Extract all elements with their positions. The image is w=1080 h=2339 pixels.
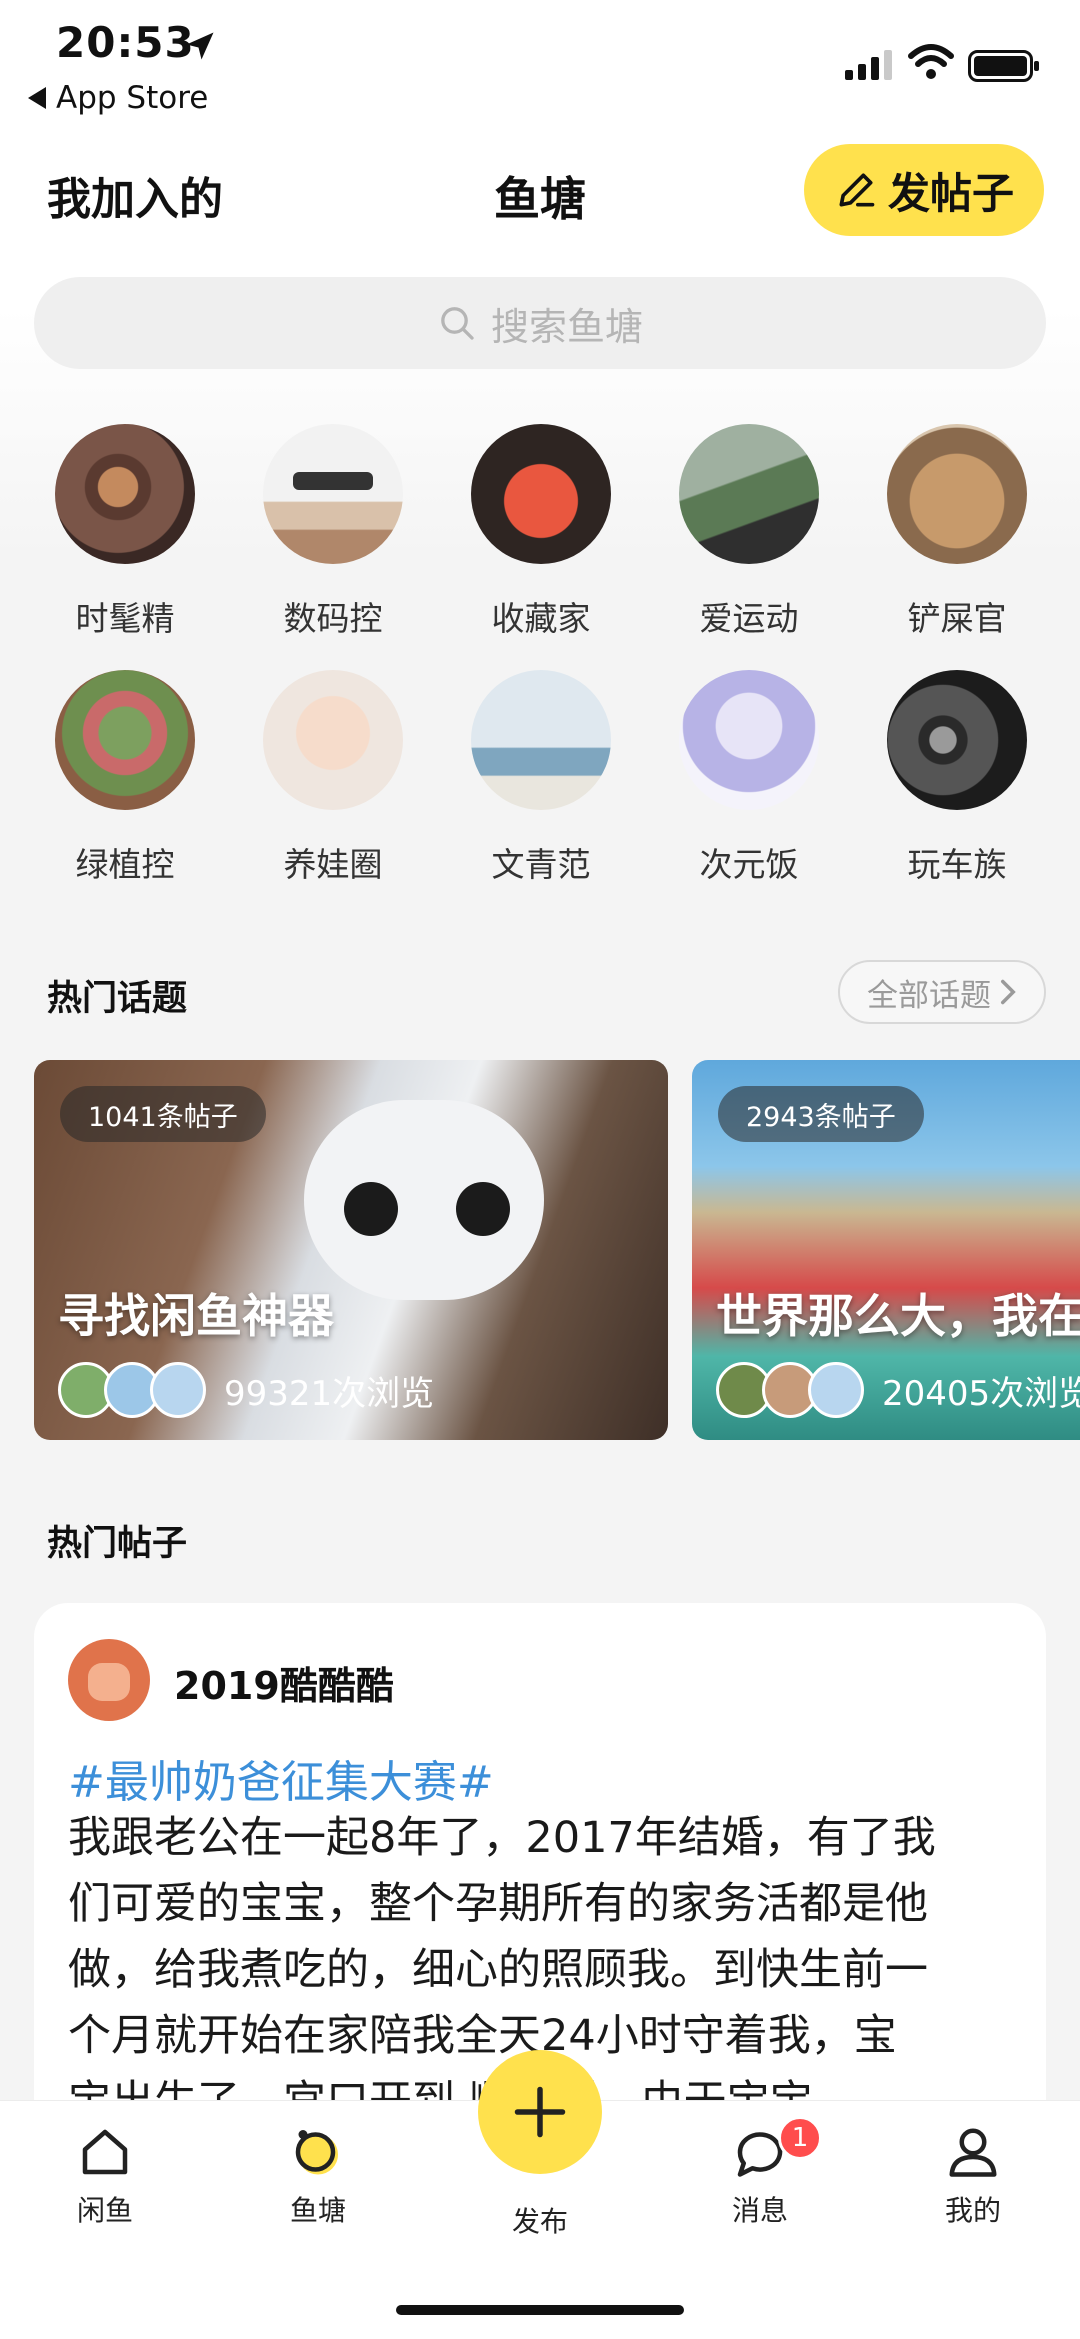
classic-car-photo-icon	[887, 670, 1027, 810]
category-label: 文青范	[491, 845, 591, 884]
cellular-signal-icon	[845, 50, 892, 80]
sneakers-photo-icon	[679, 424, 819, 564]
all-topics-button[interactable]: 全部话题	[838, 960, 1046, 1024]
tab-label: 鱼塘	[289, 2194, 346, 2227]
category-label: 次元饭	[699, 845, 799, 884]
category-label: 爱运动	[699, 599, 799, 638]
new-post-label: 发帖子	[887, 168, 1014, 218]
search-input[interactable]: 搜索鱼塘	[34, 277, 1046, 369]
category-fashion[interactable]: 时髦精	[35, 424, 215, 640]
tab-pond[interactable]: 鱼塘	[248, 2121, 388, 2229]
topic-views-row: 20405次浏览	[716, 1362, 1080, 1418]
category-pet[interactable]: 铲屎官	[867, 424, 1047, 640]
all-topics-label: 全部话题	[867, 977, 991, 1014]
post-line: 们可爱的宝宝，整个孕期所有的家务活都是他	[68, 1879, 928, 1929]
makeup-photo-icon	[55, 424, 195, 564]
typewriter-photo-icon	[471, 424, 611, 564]
joined-ponds-link[interactable]: 我加入的	[47, 163, 223, 227]
back-to-app-store[interactable]: App Store	[28, 80, 208, 116]
post-line: 做，给我煮吃的，细心的照顾我。到快生前一	[68, 1945, 928, 1995]
back-triangle-icon	[28, 87, 46, 109]
location-arrow-icon	[186, 32, 214, 60]
category-literary[interactable]: 文青范	[451, 670, 631, 886]
category-label: 玩车族	[907, 845, 1007, 884]
topic-views-row: 99321次浏览	[58, 1362, 434, 1418]
category-label: 铲屎官	[907, 599, 1007, 638]
topic-card[interactable]: 2943条帖子 世界那么大，我在 20405次浏览	[692, 1060, 1080, 1440]
robot-head-icon	[304, 1100, 544, 1300]
topic-post-count: 1041条帖子	[60, 1086, 266, 1142]
participant-avatars	[716, 1362, 864, 1418]
avatar	[150, 1362, 206, 1418]
back-app-label: App Store	[56, 80, 209, 116]
tab-label: 消息	[731, 2194, 788, 2227]
post-hashtag[interactable]: #最帅奶爸征集大赛#	[68, 1746, 494, 1810]
pond-icon	[295, 2130, 338, 2175]
post-line: 我跟老公在一起8年了，2017年结婚，有了我	[68, 1813, 936, 1863]
category-parenting[interactable]: 养娃圈	[243, 670, 423, 886]
drone-photo-icon	[263, 424, 403, 564]
topic-title: 世界那么大，我在	[716, 1289, 1080, 1343]
publish-label: 发布	[511, 2205, 568, 2238]
category-anime[interactable]: 次元饭	[659, 670, 839, 886]
category-plants[interactable]: 绿植控	[35, 670, 215, 886]
category-label: 收藏家	[491, 599, 591, 638]
topic-title: 寻找闲鱼神器	[58, 1289, 334, 1343]
publish-button[interactable]	[478, 2050, 602, 2174]
pencil-icon	[839, 173, 875, 207]
anime-photo-icon	[679, 670, 819, 810]
wifi-icon	[908, 44, 954, 79]
category-label: 时髦精	[75, 599, 175, 638]
tab-me[interactable]: 我的	[903, 2121, 1043, 2229]
cat-photo-icon	[887, 424, 1027, 564]
topic-post-count: 2943条帖子	[718, 1086, 924, 1142]
succulent-photo-icon	[55, 670, 195, 810]
topic-views: 20405次浏览	[882, 1373, 1080, 1414]
tab-home[interactable]: 闲鱼	[35, 2121, 175, 2229]
new-post-button[interactable]: 发帖子	[804, 144, 1044, 236]
category-label: 数码控	[283, 599, 383, 638]
search-placeholder: 搜索鱼塘	[490, 304, 643, 349]
seaside-photo-icon	[471, 670, 611, 810]
post-username[interactable]: 2019酷酷酷	[174, 1655, 394, 1710]
category-label: 养娃圈	[283, 845, 383, 884]
avatar[interactable]	[68, 1639, 150, 1721]
category-sports[interactable]: 爱运动	[659, 424, 839, 640]
category-digital[interactable]: 数码控	[243, 424, 423, 640]
category-cars[interactable]: 玩车族	[867, 670, 1047, 886]
tab-label: 我的	[944, 2194, 1001, 2227]
tab-label: 闲鱼	[76, 2194, 133, 2227]
user-icon	[949, 2128, 997, 2177]
home-icon	[82, 2129, 128, 2175]
hot-topics-title: 热门话题	[47, 979, 188, 1019]
search-icon	[441, 307, 474, 340]
baby-photo-icon	[263, 670, 403, 810]
status-time: 20:53	[56, 18, 195, 67]
hot-posts-title: 热门帖子	[47, 1524, 188, 1564]
participant-avatars	[58, 1362, 206, 1418]
home-indicator	[396, 2305, 684, 2315]
topic-views: 99321次浏览	[224, 1373, 435, 1414]
category-label: 绿植控	[75, 845, 175, 884]
battery-icon	[968, 50, 1039, 82]
plus-icon	[514, 2086, 566, 2138]
avatar	[808, 1362, 864, 1418]
category-collector[interactable]: 收藏家	[451, 424, 631, 640]
topic-card[interactable]: 1041条帖子 寻找闲鱼神器 99321次浏览	[34, 1060, 668, 1440]
unread-badge: 1	[778, 2116, 822, 2160]
chevron-right-icon	[1001, 979, 1016, 1005]
